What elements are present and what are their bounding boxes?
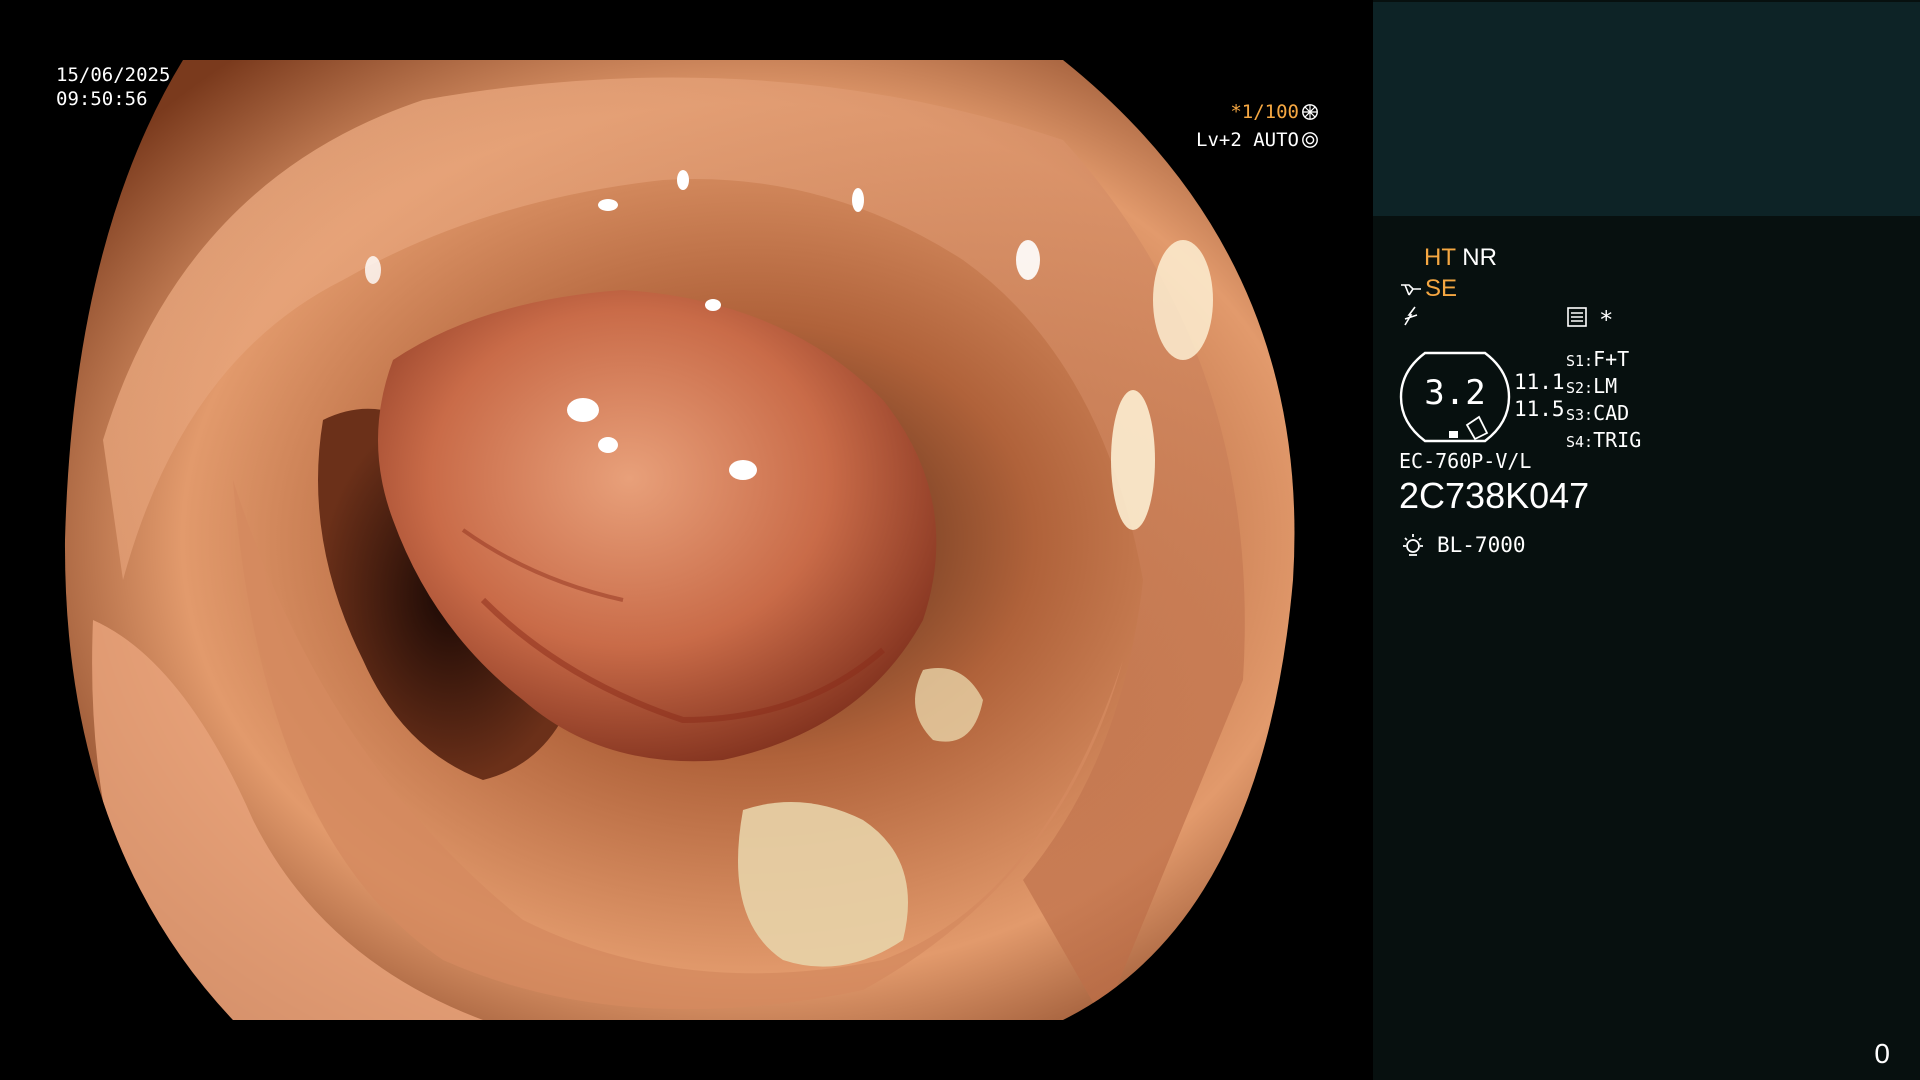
shutter-info: *1/100 Lv+2 AUTO [1196,98,1319,154]
date-time-display: 15/06/2025 09:50:56 [56,63,170,111]
switch-item-s4: S4:TRIG [1566,428,1642,452]
switch-item-s1: S1:F+T [1566,347,1630,371]
ht-label: HT [1424,244,1456,271]
auto-icon [1302,132,1318,148]
shutter-speed: *1/100 [1230,101,1299,123]
nr-label: NR [1462,244,1497,271]
scissors-icon [1401,284,1421,296]
light-source-label: BL-7000 [1437,533,1526,557]
measurement-2: 11.5 [1514,397,1565,421]
switch-item-s2: S2:LM [1566,374,1618,398]
date-text: 15/06/2025 [56,64,171,86]
scope-serial: 2C738K047 [1399,475,1590,516]
light-source-row: BL-7000 [1399,530,1526,560]
switch-item-s3: S3:CAD [1566,401,1630,425]
image-counter: 0 [1874,1038,1890,1069]
time-text: 09:50:56 [56,88,148,110]
panel-header-box [1373,2,1920,216]
shutter-icon [1302,104,1318,120]
scale-value: 3.2 [1424,373,1486,413]
brightness-level: Lv+2 AUTO [1196,129,1299,151]
scope-model: EC-760P-V/L [1399,449,1532,473]
switch-assignments: S1:F+T S2:LM S3:CAD S4:TRIG [1566,347,1641,455]
lamp-icon [1403,534,1423,556]
memo-icon [1567,307,1587,327]
ht-nr-row: HT NR [1424,243,1497,273]
measurement-1: 11.1 [1514,370,1565,394]
se-label: SE [1425,275,1458,302]
lightning-icon [1401,305,1423,337]
se-row: SE [1399,274,1457,304]
endoscopic-image [64,60,1295,1020]
endoscope-viewport: 15/06/2025 09:50:56 *1/100 Lv+2 AUTO [0,0,1373,1080]
measurement-values: 11.1 11.5 [1514,369,1565,423]
info-panel: HT NR SE * 3.2 11.1 11.5 S1:F+T S2:LM S3… [1373,0,1920,1080]
memo-star: * [1599,306,1614,334]
